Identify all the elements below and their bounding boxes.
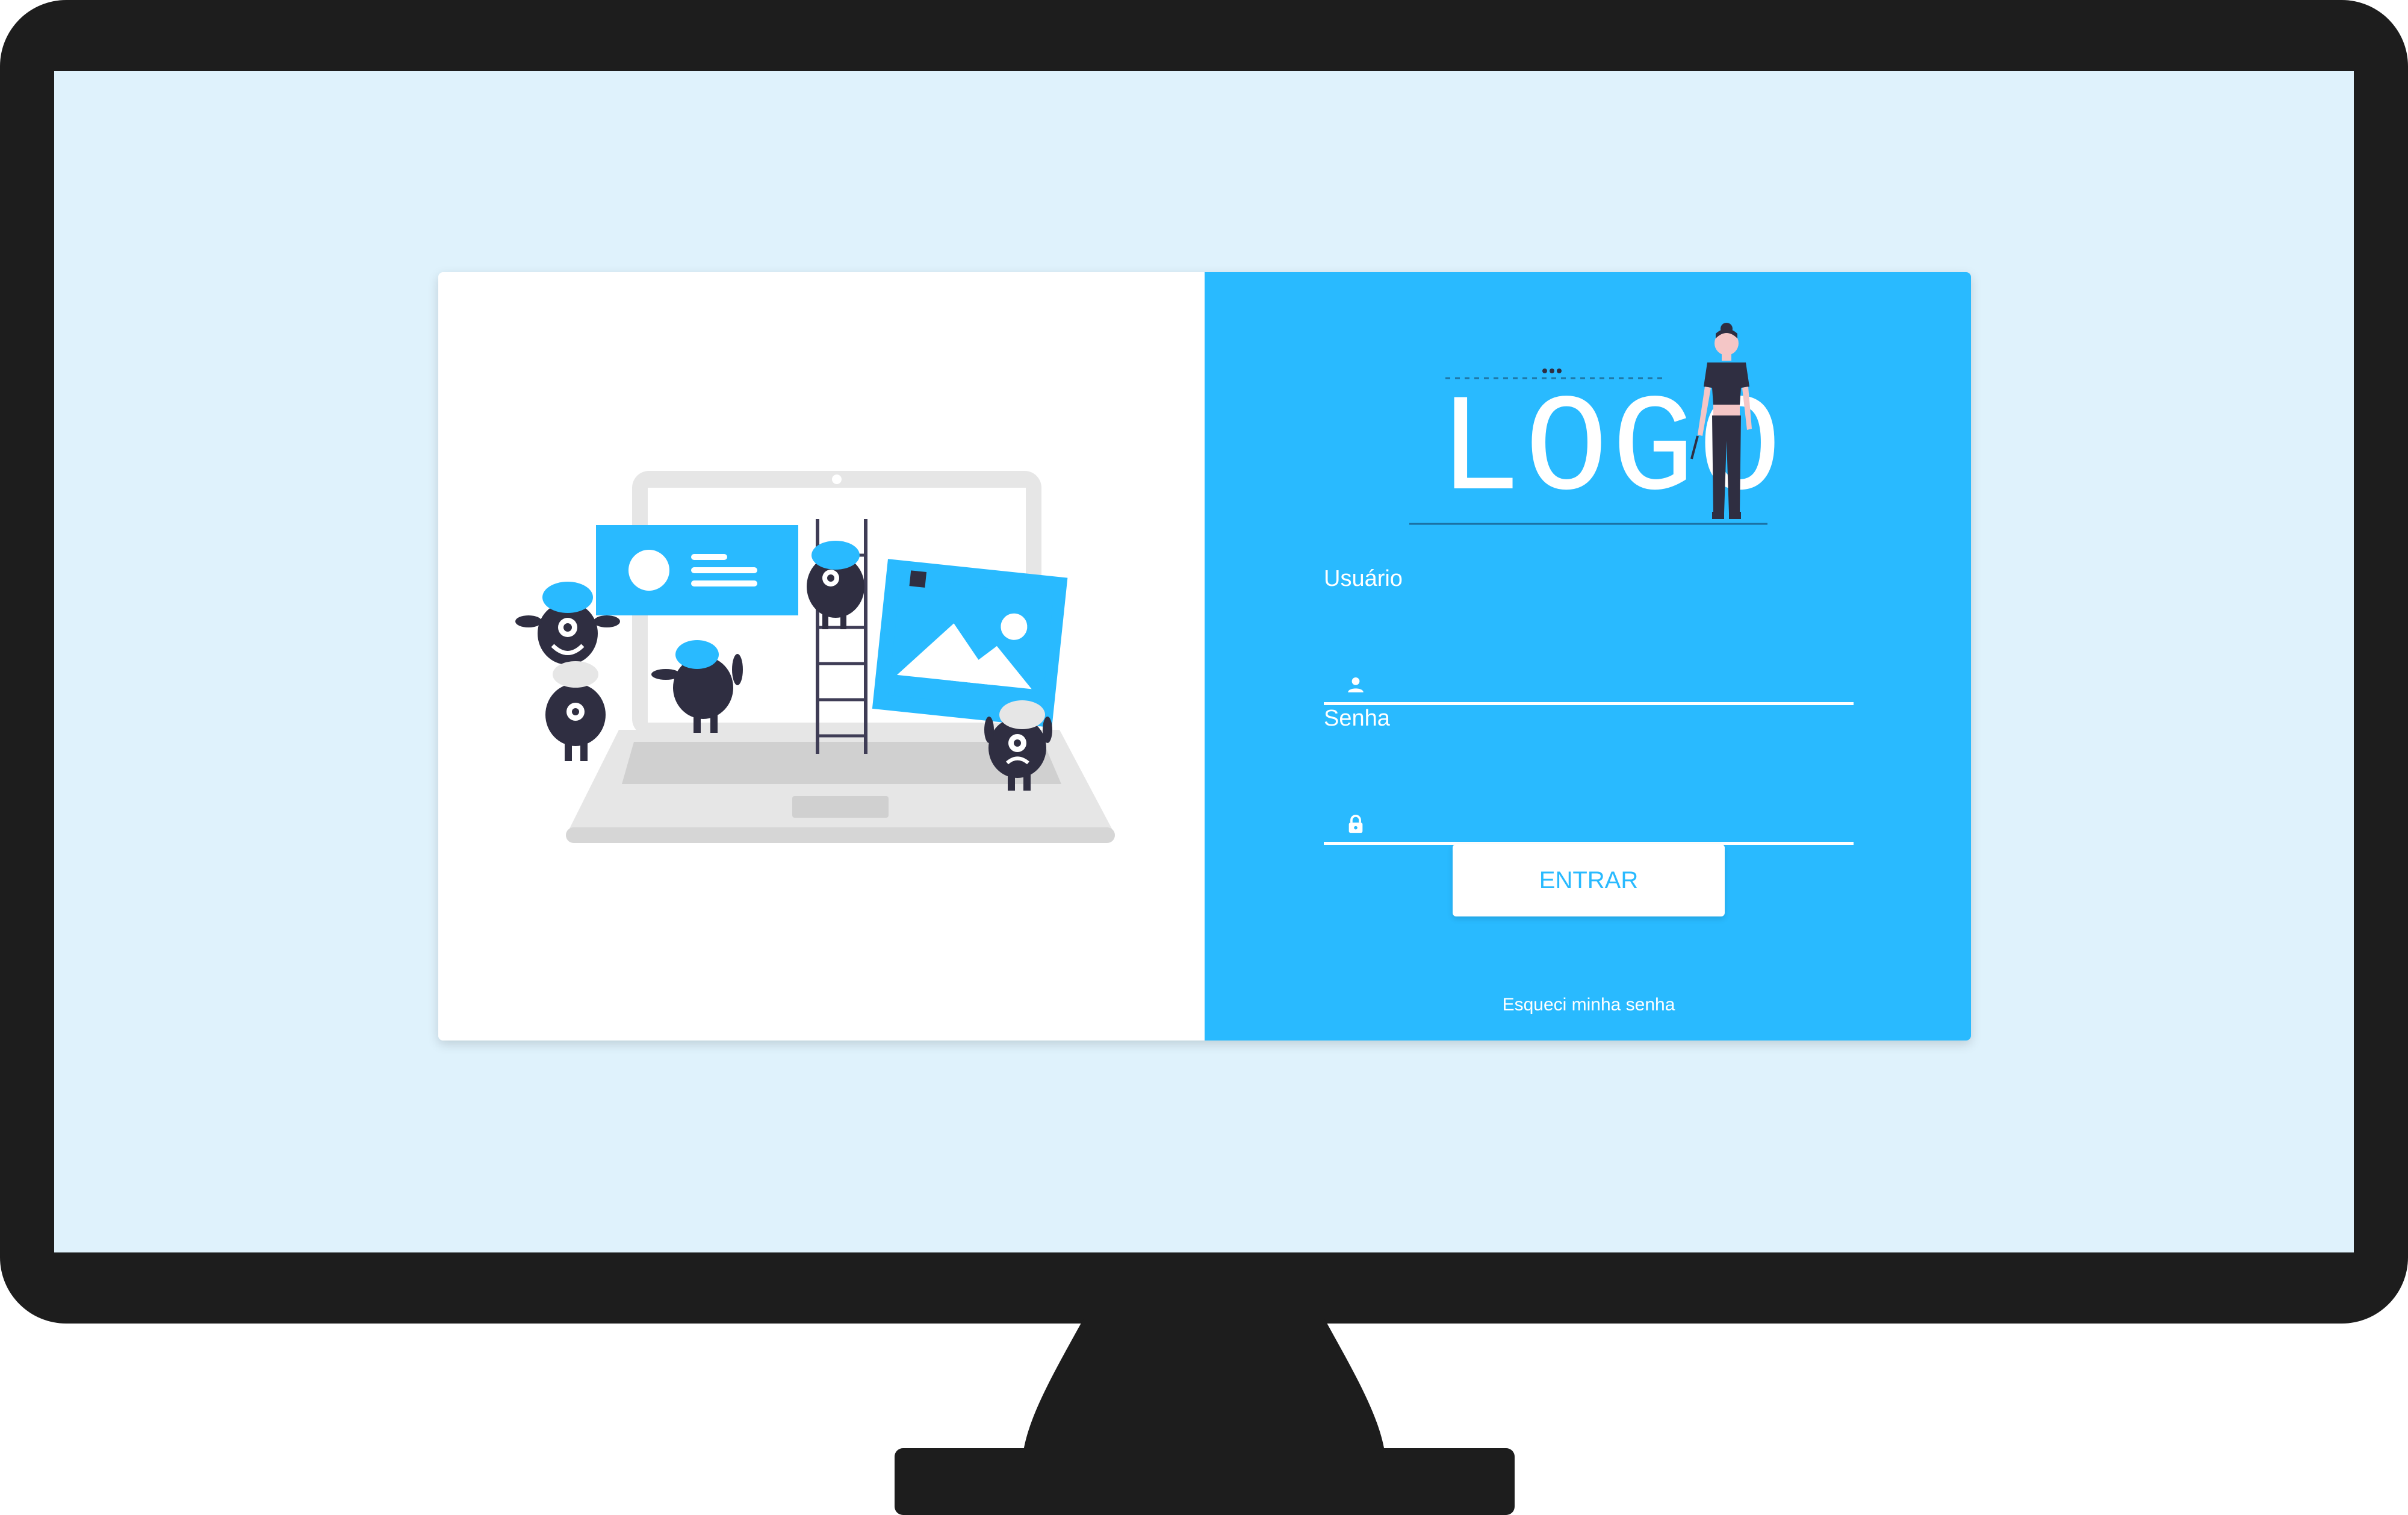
login-card: LOGO Usuário Senha ENTRAR Esqueci minha … (438, 272, 1971, 1041)
submit-button[interactable]: ENTRAR (1453, 844, 1725, 916)
laptop-illustration (515, 471, 1115, 843)
screen: LOGO Usuário Senha ENTRAR Esqueci minha … (54, 71, 2354, 1252)
password-input[interactable] (1372, 806, 1844, 843)
illustration-panel (438, 272, 1205, 1041)
username-field (1324, 666, 1854, 705)
woman-illustration (1690, 323, 1752, 519)
login-form-panel: LOGO Usuário Senha ENTRAR Esqueci minha … (1205, 272, 1971, 1041)
password-label: Senha (1324, 706, 1390, 731)
lock-icon (1348, 815, 1363, 833)
username-label: Usuário (1324, 566, 1403, 591)
password-field (1324, 806, 1854, 845)
user-icon (1348, 677, 1364, 692)
username-input[interactable] (1372, 666, 1844, 703)
forgot-password-link[interactable]: Esqueci minha senha (1433, 995, 1744, 1015)
